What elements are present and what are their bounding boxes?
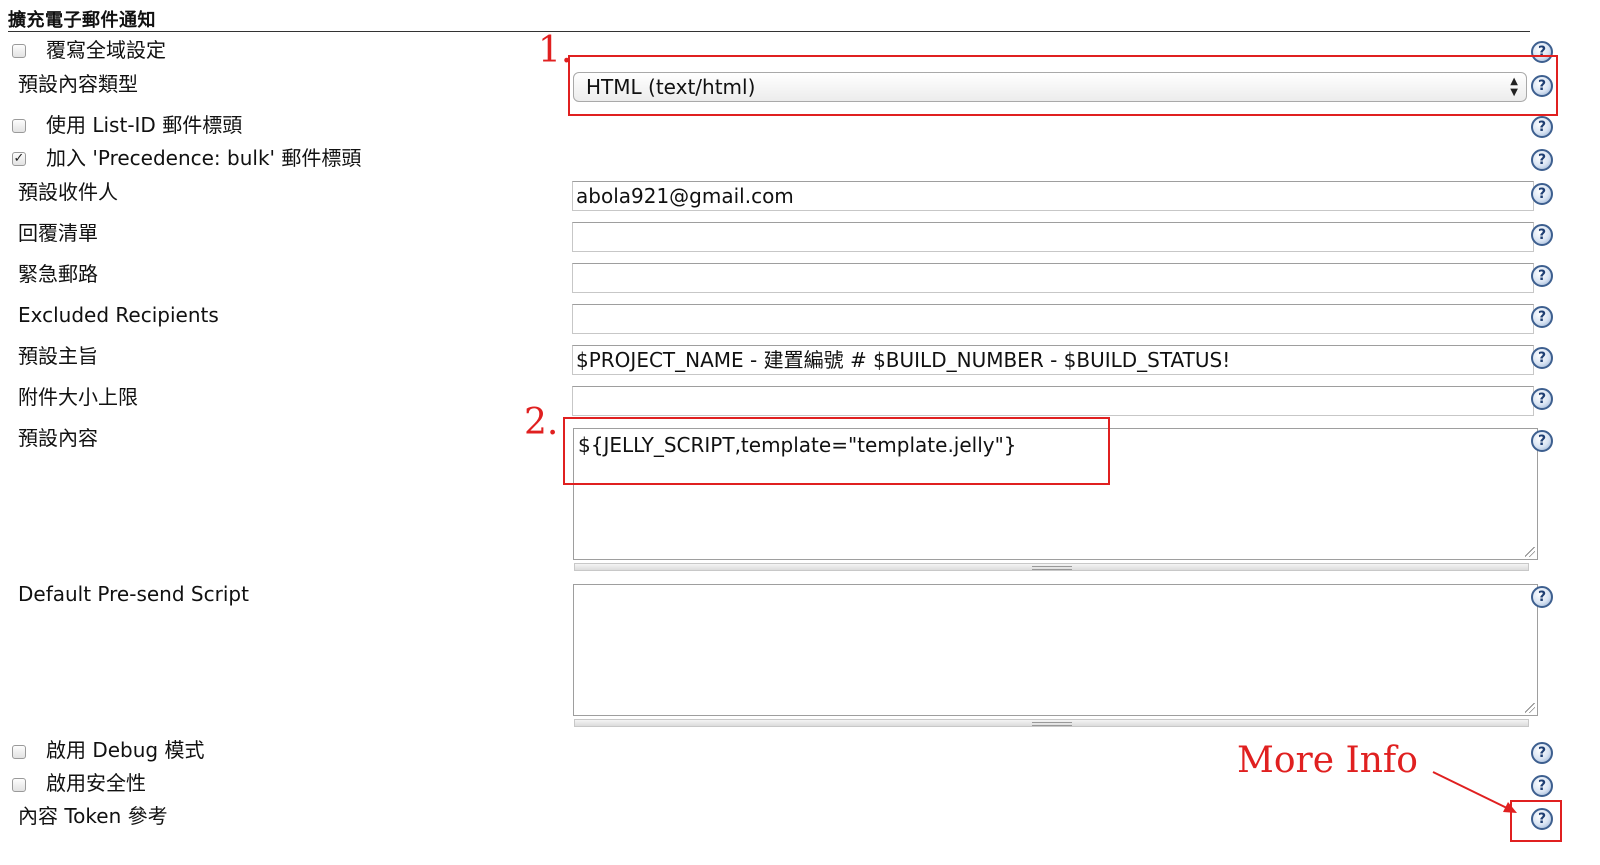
help-icon[interactable]: ?: [1531, 306, 1553, 328]
help-icon[interactable]: ?: [1531, 742, 1553, 764]
attachment-limit-input[interactable]: [572, 386, 1534, 416]
help-icon[interactable]: ?: [1531, 116, 1553, 138]
help-icon[interactable]: ?: [1531, 430, 1553, 452]
help-icon[interactable]: ?: [1531, 586, 1553, 608]
help-icon[interactable]: ?: [1531, 224, 1553, 246]
presend-script-textarea[interactable]: [573, 584, 1538, 716]
section-divider: [8, 31, 1530, 32]
resize-grip-icon[interactable]: [1525, 703, 1535, 713]
emergency-reroute-label: 緊急郵路: [18, 262, 98, 286]
list-id-checkbox[interactable]: [12, 119, 26, 133]
debug-mode-checkbox[interactable]: [12, 745, 26, 759]
resize-grip-icon[interactable]: [1525, 547, 1535, 557]
security-label: 啟用安全性: [46, 771, 146, 795]
excluded-recipients-label: Excluded Recipients: [18, 303, 219, 327]
content-label: 預設內容: [18, 426, 98, 450]
debug-mode-label: 啟用 Debug 模式: [46, 738, 205, 762]
help-icon[interactable]: ?: [1531, 149, 1553, 171]
annotation-box-token-help: [1510, 800, 1562, 842]
help-icon[interactable]: ?: [1531, 347, 1553, 369]
reply-to-input[interactable]: [572, 222, 1534, 252]
annotation-number-2: 2.: [524, 402, 559, 443]
help-icon[interactable]: ?: [1531, 388, 1553, 410]
security-checkbox[interactable]: [12, 778, 26, 792]
precedence-bulk-checkbox[interactable]: ✓: [12, 152, 26, 166]
presend-script-label: Default Pre-send Script: [18, 582, 249, 606]
checkmark-icon: ✓: [13, 151, 25, 166]
reply-to-label: 回覆清單: [18, 221, 98, 245]
subject-input[interactable]: $PROJECT_NAME - 建置編號 # $BUILD_NUMBER - $…: [572, 345, 1534, 375]
annotation-box-content: [563, 417, 1110, 485]
list-id-label: 使用 List-ID 郵件標頭: [46, 113, 243, 137]
precedence-bulk-label: 加入 'Precedence: bulk' 郵件標頭: [46, 146, 362, 170]
override-global-label: 覆寫全域設定: [46, 38, 166, 62]
content-type-label: 預設內容類型: [18, 72, 138, 96]
presend-resize-handle[interactable]: [574, 719, 1529, 727]
recipients-label: 預設收件人: [18, 180, 118, 204]
help-icon[interactable]: ?: [1531, 183, 1553, 205]
annotation-more-info: More Info: [1237, 740, 1418, 781]
override-global-checkbox[interactable]: [12, 44, 26, 58]
annotation-box-content-type: [568, 55, 1558, 116]
token-reference-label: 內容 Token 參考: [18, 804, 168, 828]
attachment-limit-label: 附件大小上限: [18, 385, 138, 409]
content-resize-handle[interactable]: [574, 563, 1529, 571]
excluded-recipients-input[interactable]: [572, 304, 1534, 334]
help-icon[interactable]: ?: [1531, 775, 1553, 797]
help-icon[interactable]: ?: [1531, 265, 1553, 287]
section-title: 擴充電子郵件通知: [8, 10, 156, 31]
recipients-input[interactable]: abola921@gmail.com: [572, 181, 1534, 211]
subject-label: 預設主旨: [18, 344, 98, 368]
emergency-reroute-input[interactable]: [572, 263, 1534, 293]
